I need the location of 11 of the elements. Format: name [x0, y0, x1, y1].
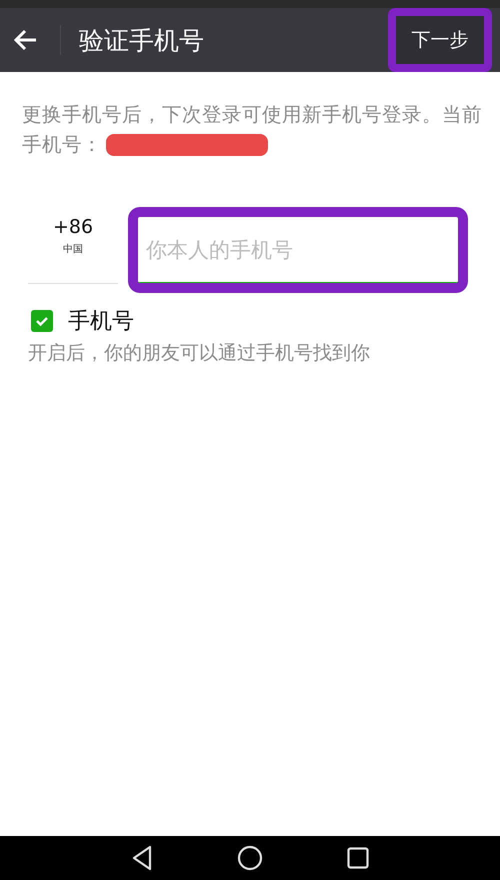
- recent-apps-icon[interactable]: [347, 847, 369, 869]
- checkbox-description: 开启后，你的朋友可以通过手机号找到你: [28, 341, 371, 366]
- home-icon[interactable]: [237, 845, 263, 871]
- checkbox-label: 手机号: [68, 308, 134, 336]
- next-step-button[interactable]: 下一步: [396, 16, 484, 64]
- page-title: 验证手机号: [79, 24, 205, 56]
- notice-text: 更换手机号后，下次登录可使用新手机号登录。当前手机号：: [22, 103, 482, 156]
- checkbox[interactable]: [31, 310, 53, 332]
- back-icon[interactable]: [131, 845, 153, 871]
- country-name: 中国: [63, 242, 83, 256]
- country-code: +86: [52, 216, 94, 238]
